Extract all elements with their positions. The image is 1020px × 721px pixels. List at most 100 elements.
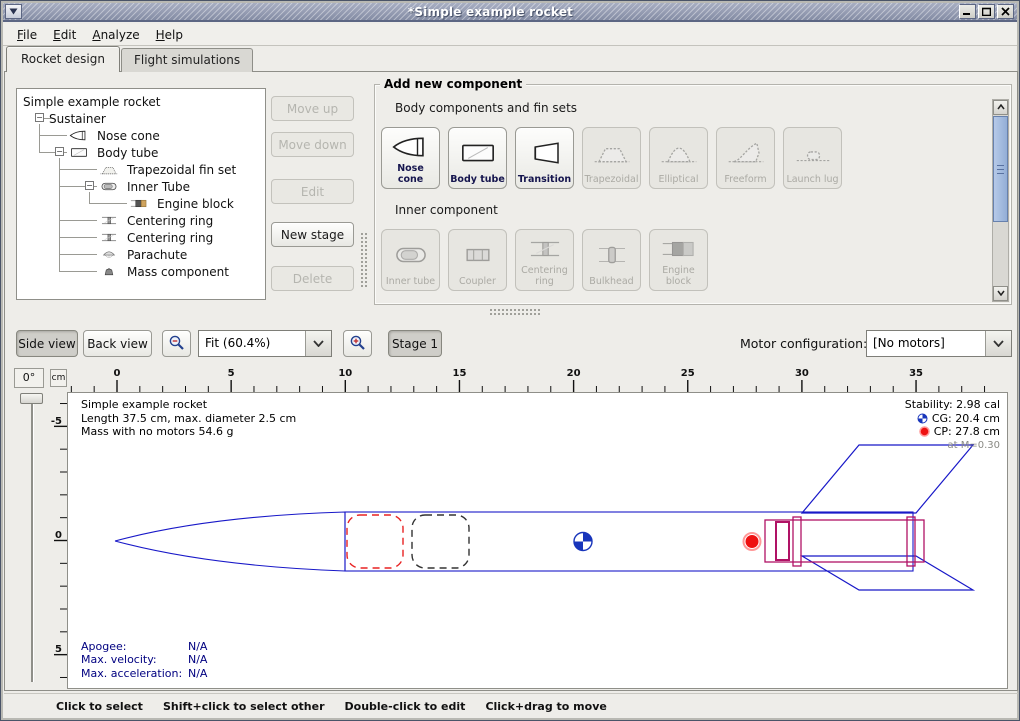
view-toolbar: Side view Back view Fit (60.4%) Stage 1 …: [5, 312, 1017, 362]
titlebar[interactable]: *Simple example rocket: [3, 3, 1017, 22]
stability-info: Stability: 2.98 cal CG: 20.4 cm CP: 27.8…: [905, 398, 1000, 452]
new-stage-button[interactable]: New stage: [271, 222, 354, 247]
add-bulkhead-button[interactable]: Bulkhead: [582, 229, 641, 291]
tree-expander-sustainer[interactable]: −: [35, 113, 44, 122]
stage-1-button[interactable]: Stage 1: [388, 330, 442, 357]
tree-item-parachute[interactable]: Parachute: [97, 246, 189, 263]
vertical-splitter[interactable]: [360, 232, 368, 288]
menu-help[interactable]: Help: [148, 26, 191, 44]
engine-block-icon: [659, 236, 699, 262]
window-title: *Simple example rocket: [22, 5, 959, 19]
fin-freeform-icon: [726, 140, 766, 166]
rotation-slider-handle[interactable]: [20, 393, 43, 404]
tree-expander-body-tube[interactable]: −: [55, 147, 64, 156]
motor-configuration-combo[interactable]: [No motors]: [866, 330, 1012, 357]
rocket-canvas[interactable]: Simple example rocket Length 37.5 cm, ma…: [67, 392, 1008, 689]
tree-item-nose-cone[interactable]: Nose cone: [67, 127, 162, 144]
tree-item-mass-component[interactable]: Mass component: [97, 263, 231, 280]
svg-text:35: 35: [909, 368, 923, 379]
tab-flight-simulations[interactable]: Flight simulations: [121, 48, 253, 72]
add-trapezoidal-button[interactable]: Trapezoidal: [582, 127, 641, 189]
add-launch-lug-button[interactable]: Launch lug: [783, 127, 842, 189]
move-down-button[interactable]: Move down: [271, 132, 354, 157]
rocket-name: Simple example rocket: [81, 398, 296, 412]
tree-item-centering-ring[interactable]: Centering ring: [97, 212, 215, 229]
side-view-button[interactable]: Side view: [16, 330, 78, 357]
tree-connector: [59, 271, 97, 272]
add-inner-tube-button[interactable]: Inner tube: [381, 229, 440, 291]
tree-item-inner-tube[interactable]: Inner Tube: [97, 178, 192, 195]
minimize-button[interactable]: [959, 4, 976, 19]
mass-component-shape[interactable]: [412, 515, 469, 568]
component-button-label: Engine block: [651, 266, 706, 288]
tree-item-centering-ring[interactable]: Centering ring: [97, 229, 215, 246]
stability-value: Stability: 2.98 cal: [905, 398, 1000, 412]
flight-stat-value: N/A: [188, 667, 207, 681]
menu-edit[interactable]: Edit: [45, 26, 84, 44]
maximize-icon: [982, 7, 991, 16]
add-body-tube-button[interactable]: Body tube: [448, 127, 507, 189]
fin-top-shape[interactable]: [802, 445, 973, 513]
rotation-value: 0°: [14, 368, 44, 388]
tree-item-body-tube[interactable]: Body tube: [67, 144, 160, 161]
scroll-down-button[interactable]: [993, 286, 1008, 301]
edit-button[interactable]: Edit: [271, 179, 354, 204]
scrollbar-thumb[interactable]: [993, 116, 1008, 222]
add-engine-block-button[interactable]: Engine block: [649, 229, 708, 291]
tree-item-label: Centering ring: [125, 214, 215, 228]
back-view-button[interactable]: Back view: [83, 330, 152, 357]
cp-value: CP: 27.8 cm: [934, 425, 1000, 439]
add-centering-ring-button[interactable]: Centering ring: [515, 229, 574, 291]
add-freeform-button[interactable]: Freeform: [716, 127, 775, 189]
move-up-button[interactable]: Move up: [271, 96, 354, 121]
fin-elliptical-icon: [659, 140, 699, 166]
motor-combo-arrow[interactable]: [985, 331, 1011, 356]
tree-item-simple-example-rocket[interactable]: Simple example rocket: [21, 93, 162, 110]
chevron-down-icon: [993, 340, 1004, 347]
zoom-out-button[interactable]: [162, 330, 191, 357]
engine-block-shape[interactable]: [776, 522, 789, 560]
flight-stat-row: Max. velocity:N/A: [81, 653, 207, 667]
menu-file[interactable]: File: [9, 26, 45, 44]
component-tree[interactable]: Simple example rocket−SustainerNose cone…: [16, 88, 266, 300]
tree-item-label: Body tube: [95, 146, 160, 160]
scroll-up-button[interactable]: [993, 100, 1008, 115]
tree-item-trapezoidal-fin-set[interactable]: Trapezoidal fin set: [97, 161, 238, 178]
add-nose-cone-button[interactable]: Nose cone: [381, 127, 440, 189]
add-elliptical-button[interactable]: Elliptical: [649, 127, 708, 189]
tab-bar: Rocket designFlight simulations: [6, 48, 254, 72]
tree-item-engine-block[interactable]: Engine block: [127, 195, 236, 212]
component-button-label: Inner tube: [386, 277, 435, 288]
rotation-slider-track[interactable]: [31, 404, 34, 682]
add-coupler-button[interactable]: Coupler: [448, 229, 507, 291]
nose-cone-icon: [67, 129, 91, 142]
close-icon: [1001, 7, 1010, 16]
close-button[interactable]: [997, 4, 1014, 19]
rocket-info: Simple example rocket Length 37.5 cm, ma…: [81, 398, 296, 439]
zoom-combo[interactable]: Fit (60.4%): [198, 330, 332, 357]
parachute-shape[interactable]: [347, 515, 403, 568]
svg-text:20: 20: [567, 368, 581, 379]
top-ruler: 05101520253035: [67, 366, 1011, 392]
zoom-combo-arrow[interactable]: [305, 331, 331, 356]
nose-cone-shape[interactable]: [115, 512, 345, 571]
app-icon[interactable]: [5, 4, 22, 19]
maximize-button[interactable]: [978, 4, 995, 19]
fin-bottom-shape[interactable]: [802, 556, 973, 590]
window: *Simple example rocket FileEditAnalyzeHe…: [0, 0, 1020, 721]
centering-ring-front-shape[interactable]: [793, 517, 801, 566]
cg-value: CG: 20.4 cm: [932, 412, 1000, 426]
status-hint: Click to select: [56, 700, 143, 713]
component-scrollbar[interactable]: [992, 99, 1009, 302]
tab-rocket-design[interactable]: Rocket design: [6, 46, 120, 72]
centering-ring-rear-shape[interactable]: [907, 517, 915, 566]
tree-expander-inner-tube[interactable]: −: [85, 181, 94, 190]
tree-item-label: Mass component: [125, 265, 231, 279]
menu-analyze[interactable]: Analyze: [84, 26, 147, 44]
tree-item-sustainer[interactable]: Sustainer: [47, 110, 108, 127]
fin-trapezoidal-icon: [592, 140, 632, 166]
add-transition-button[interactable]: Transition: [515, 127, 574, 189]
zoom-in-button[interactable]: [343, 330, 372, 357]
coupler-icon: [458, 242, 498, 268]
delete-button[interactable]: Delete: [271, 266, 354, 291]
